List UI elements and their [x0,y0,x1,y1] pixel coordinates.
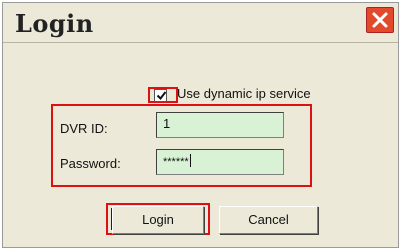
password-label: Password: [60,156,121,171]
title-bar[interactable]: Login [3,3,398,43]
window-title: Login [15,9,94,38]
dvr-id-field[interactable]: 1 [156,112,284,138]
dynamic-ip-label: Use dynamic ip service [177,86,311,101]
close-icon [372,12,388,28]
password-field[interactable]: ****** [156,149,284,175]
dynamic-ip-checkbox[interactable] [154,89,167,102]
dvr-id-value: 1 [163,116,171,131]
cancel-button[interactable]: Cancel [219,206,318,234]
close-button[interactable] [366,7,394,33]
checkmark-icon [156,91,167,101]
dvr-id-label: DVR ID: [60,121,108,136]
password-value: ****** [163,156,189,168]
login-button[interactable]: Login [112,206,204,234]
text-caret [189,154,191,167]
